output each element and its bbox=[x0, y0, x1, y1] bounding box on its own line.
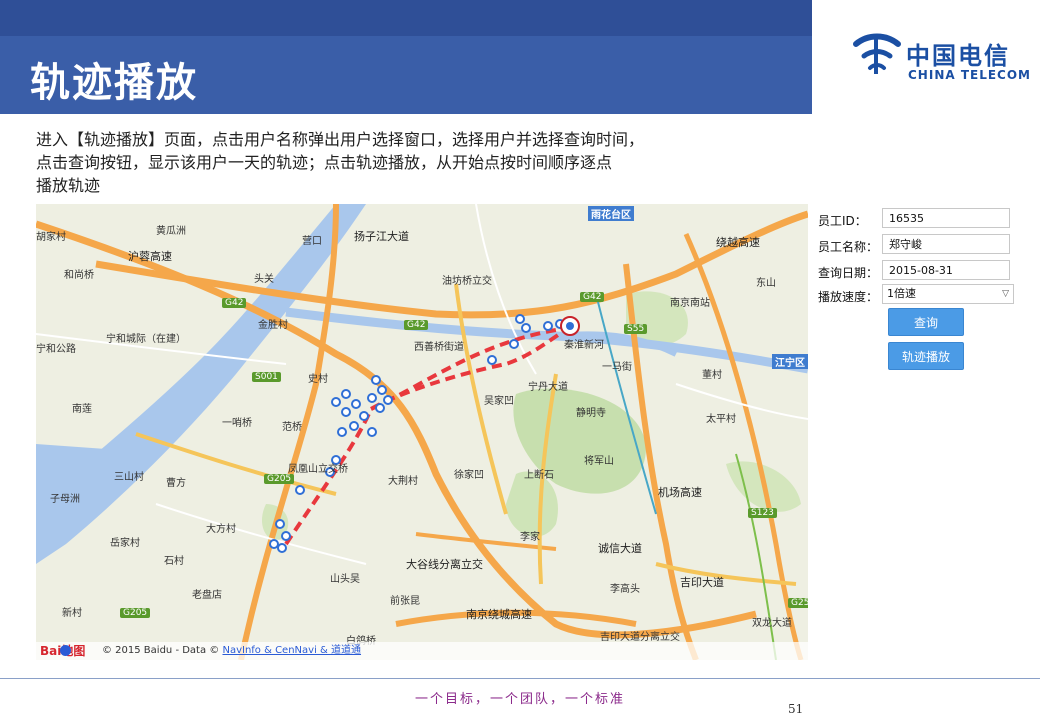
map-label-yangzijiang: 扬子江大道 bbox=[354, 230, 409, 243]
shield-g250: G250 bbox=[788, 598, 808, 608]
map-label-dajing: 大荆村 bbox=[388, 476, 418, 487]
map-label-lixiao: 李高头 bbox=[610, 584, 640, 595]
map-label-chengxin: 诚信大道 bbox=[598, 542, 642, 555]
map-label-nanlian: 南莲 bbox=[72, 404, 92, 415]
map-label-qinhuaixin: 秦淮新河 bbox=[564, 340, 604, 351]
map-data-links[interactable]: NavInfo & CenNavi & 道道通 bbox=[222, 645, 361, 656]
instruction-line-2: 点击查询按钮，显示该用户一天的轨迹；点击轨迹播放，从开始点按时间顺序逐点 bbox=[36, 153, 613, 172]
employee-name-field[interactable]: 郑守峻 bbox=[882, 234, 1010, 254]
map-label-yiqiao: 一哨桥 bbox=[222, 418, 252, 429]
map-label-xinhecun: 西善桥街道 bbox=[414, 342, 464, 353]
footer-divider bbox=[0, 678, 1040, 679]
map-label-wujiaao: 吴家凹 bbox=[484, 396, 514, 407]
shield-s123: S123 bbox=[748, 508, 777, 518]
map-label-huning: 沪蓉高速 bbox=[128, 250, 172, 263]
map-label-xincun: 新村 bbox=[62, 608, 82, 619]
map-label-dingcun: 董村 bbox=[702, 370, 722, 381]
map-label-jinsheng: 金胜村 bbox=[258, 320, 288, 331]
map-label-lishan: 李家 bbox=[520, 532, 540, 543]
shield-s001: S001 bbox=[252, 372, 281, 382]
shield-g42-mid: G42 bbox=[404, 320, 429, 330]
map-label-hujiacun: 胡家村 bbox=[36, 232, 66, 243]
map-label-shecun: 史村 bbox=[308, 374, 328, 385]
map-label-yingkou: 营口 bbox=[302, 236, 322, 247]
shield-g205-north: G205 bbox=[264, 474, 295, 484]
map-label-shangduan: 上断石 bbox=[524, 470, 554, 481]
header-bar: 轨迹播放 bbox=[0, 0, 812, 114]
map-label-jingmingsi: 静明寺 bbox=[576, 408, 606, 419]
map-label-caoxu: 曹方 bbox=[166, 478, 186, 489]
map-label-qianyang: 前张昆 bbox=[390, 596, 420, 607]
query-date-label: 查询日期： bbox=[818, 266, 879, 280]
query-button[interactable]: 查询 bbox=[888, 308, 964, 336]
map-label-shuanglong: 双龙大道 bbox=[752, 618, 792, 629]
employee-name-label: 员工名称： bbox=[818, 240, 879, 254]
speed-select[interactable]: 1倍速 ▽ bbox=[882, 284, 1014, 304]
speed-label: 播放速度： bbox=[818, 290, 879, 304]
shield-g42-east: G42 bbox=[580, 292, 605, 302]
map-label-jichang: 机场高速 bbox=[658, 486, 702, 499]
map-label-jiyin: 吉印大道 bbox=[680, 576, 724, 589]
shield-g42-west: G42 bbox=[222, 298, 247, 308]
map-view[interactable]: 雨花台区 黄瓜洲 胡家村 和尚桥 沪蓉高速 绕越高速 营口 扬子江大道 油坊桥立… bbox=[36, 204, 808, 660]
map-label-huanggua: 黄瓜洲 bbox=[156, 226, 186, 237]
map-copyright: © 2015 Baidu - Data © NavInfo & CenNavi … bbox=[102, 642, 361, 660]
map-label-yimaojie: 一马街 bbox=[602, 362, 632, 373]
instruction-text: 进入【轨迹播放】页面，点击用户名称弹出用户选择窗口，选择用户并选择查询时间， 点… bbox=[36, 128, 786, 197]
instruction-line-3: 播放轨迹 bbox=[36, 176, 101, 195]
map-label-dafangcun: 大方村 bbox=[206, 524, 236, 535]
telecom-logo-icon bbox=[853, 33, 901, 74]
map-label-dongshan: 东山 bbox=[756, 278, 776, 289]
map-label-yuhuatai: 雨花台区 bbox=[588, 206, 634, 221]
chevron-down-icon: ▽ bbox=[1002, 289, 1009, 299]
map-attribution: Bai地图 © 2015 Baidu - Data © NavInfo & Ce… bbox=[36, 642, 808, 660]
map-label-jiangning: 江宁区 bbox=[772, 354, 808, 369]
map-canvas[interactable] bbox=[36, 204, 808, 660]
instruction-line-1: 进入【轨迹播放】页面，点击用户名称弹出用户选择窗口，选择用户并选择查询时间， bbox=[36, 130, 645, 149]
logo-english-text: CHINA TELECOM bbox=[908, 68, 1031, 82]
map-label-heshengqiao: 和尚桥 bbox=[64, 270, 94, 281]
page-number: 51 bbox=[788, 702, 804, 716]
map-label-shicun: 石村 bbox=[164, 556, 184, 567]
map-label-ningan: 宁和城际（在建） bbox=[106, 334, 186, 345]
query-panel: 员工ID： 16535 员工名称： 郑守峻 查询日期： 2015-08-31 播… bbox=[812, 204, 1017, 374]
footer-slogan: 一个目标，一个团队，一个标准 bbox=[414, 692, 625, 707]
map-label-jiyinfenli: 吉印大道分离立交 bbox=[600, 632, 680, 643]
query-date-field[interactable]: 2015-08-31 bbox=[882, 260, 1010, 280]
map-label-toukuan: 头关 bbox=[254, 274, 274, 285]
map-label-xujiaao: 徐家凹 bbox=[454, 470, 484, 481]
logo-chinese-text: 中国电信 bbox=[906, 42, 1010, 70]
play-track-button[interactable]: 轨迹播放 bbox=[888, 342, 964, 370]
map-label-taiping: 太平村 bbox=[706, 414, 736, 425]
employee-id-field[interactable]: 16535 bbox=[882, 208, 1010, 228]
map-label-ningliuxian: 宁丹大道 bbox=[528, 382, 568, 393]
map-copyright-text: © 2015 Baidu - Data © bbox=[102, 645, 223, 656]
map-label-daguxian: 大谷线分离立交 bbox=[406, 558, 483, 571]
map-label-raoyue: 绕越高速 bbox=[716, 236, 760, 249]
map-label-laojun: 老盘店 bbox=[192, 590, 222, 601]
shield-g205-south: G205 bbox=[120, 608, 151, 618]
map-label-jiangjunshan: 将军山 bbox=[584, 456, 614, 467]
map-label-muhushan: 子母洲 bbox=[50, 494, 80, 505]
map-label-fanqiao: 范桥 bbox=[282, 422, 302, 433]
page-title: 轨迹播放 bbox=[30, 60, 198, 106]
speed-select-value: 1倍速 bbox=[887, 287, 916, 300]
shield-s55: S55 bbox=[624, 324, 648, 334]
map-label-rongjiang: 南京绕城高速 bbox=[466, 608, 532, 621]
map-label-fenghuangshan: 凤凰山立交桥 bbox=[288, 464, 348, 475]
baidu-paw-icon bbox=[60, 645, 71, 656]
china-telecom-logo: 中国电信 CHINA TELECOM bbox=[812, 0, 1040, 114]
employee-id-label: 员工ID： bbox=[818, 214, 867, 228]
map-label-youfangqiao: 油坊桥立交 bbox=[442, 276, 492, 287]
header-stripe bbox=[0, 0, 812, 36]
map-label-ninghe: 宁和公路 bbox=[36, 344, 76, 355]
map-label-nanjingnan: 南京南站 bbox=[670, 298, 710, 309]
map-label-yueshan: 岳家村 bbox=[110, 538, 140, 549]
map-label-shantou: 山头吴 bbox=[330, 574, 360, 585]
map-label-sanshanmen: 三山村 bbox=[114, 472, 144, 483]
